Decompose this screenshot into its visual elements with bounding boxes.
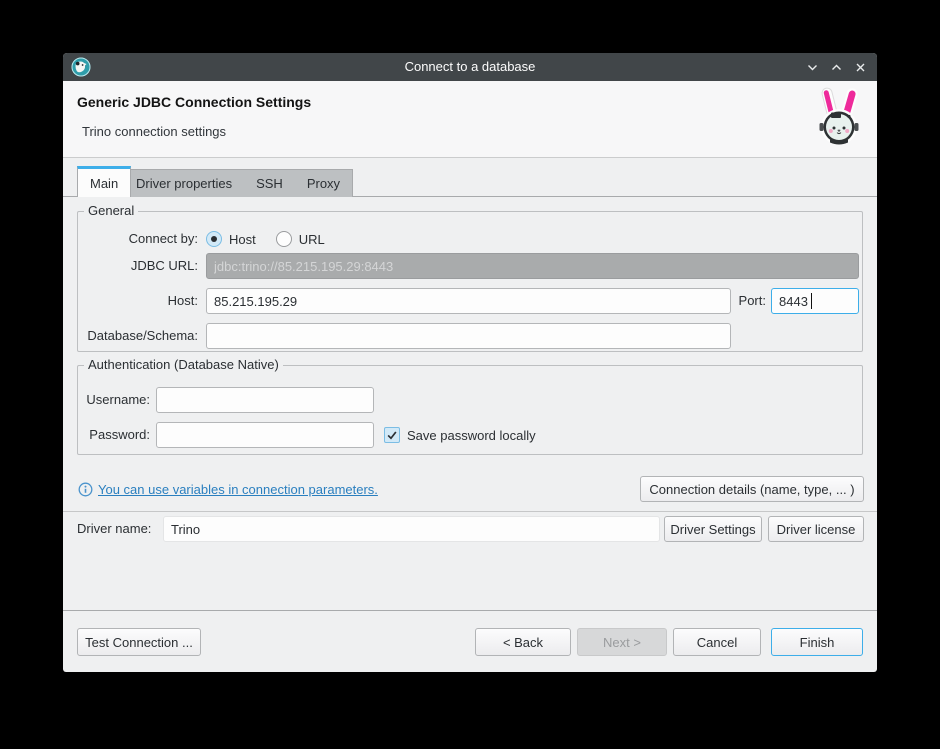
connect-database-dialog: Connect to a database Generic JDBC Conne… [63,53,877,672]
host-label: Host: [78,288,198,314]
check-icon [386,429,398,441]
username-input[interactable] [156,387,374,413]
general-group-legend: General [84,203,138,218]
tab-ssh[interactable]: SSH [244,170,295,197]
driver-license-button[interactable]: Driver license [768,516,864,542]
save-password-checkbox[interactable] [384,427,400,443]
driver-name-label: Driver name: [77,516,151,542]
driver-name-field [163,516,660,542]
jdbc-url-input [206,253,859,279]
tab-main[interactable]: Main [77,166,131,197]
info-icon [78,482,93,497]
database-label: Database/Schema: [78,323,198,349]
connection-details-button[interactable]: Connection details (name, type, ... ) [640,476,864,502]
auth-group: Authentication (Database Native) Usernam… [77,365,863,455]
password-label: Password: [82,422,150,448]
close-icon[interactable] [854,61,867,74]
tab-driver-properties[interactable]: Driver properties [124,170,244,197]
variables-link[interactable]: You can use variables in connection para… [98,482,378,497]
radio-host[interactable] [206,231,222,247]
wizard-header: Generic JDBC Connection Settings Trino c… [63,81,877,158]
port-input[interactable] [771,288,859,314]
tab-strip: Driver properties SSH Proxy [123,169,353,197]
finish-button[interactable]: Finish [771,628,863,656]
driver-settings-button[interactable]: Driver Settings [664,516,762,542]
cancel-button[interactable]: Cancel [673,628,761,656]
tab-proxy[interactable]: Proxy [295,170,352,197]
general-group: General Connect by: Host URL JDBC URL: H… [77,211,863,352]
auth-group-legend: Authentication (Database Native) [84,357,283,372]
footer-divider [63,610,877,611]
text-caret [811,293,812,309]
radio-url[interactable] [276,231,292,247]
database-input[interactable] [206,323,731,349]
titlebar[interactable]: Connect to a database [63,53,877,81]
radio-url-label: URL [299,232,325,247]
connect-by-label: Connect by: [78,226,198,252]
test-connection-button[interactable]: Test Connection ... [77,628,201,656]
password-input[interactable] [156,422,374,448]
next-button: Next > [577,628,667,656]
radio-host-label: Host [229,232,256,247]
port-label: Port: [726,288,766,314]
save-password-label: Save password locally [407,428,536,443]
page-subtitle: Trino connection settings [82,124,226,139]
host-input[interactable] [206,288,731,314]
driver-divider [63,511,877,512]
maximize-icon[interactable] [830,61,843,74]
window-title: Connect to a database [63,53,877,81]
minimize-icon[interactable] [806,61,819,74]
jdbc-url-label: JDBC URL: [78,253,198,279]
trino-bunny-icon [814,86,864,150]
page-title: Generic JDBC Connection Settings [77,94,311,110]
back-button[interactable]: < Back [475,628,571,656]
username-label: Username: [82,387,150,413]
